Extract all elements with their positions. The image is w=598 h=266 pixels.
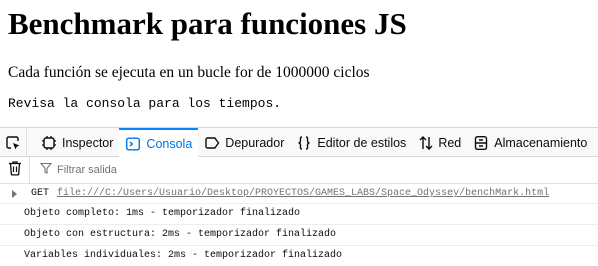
element-picker-icon	[5, 135, 21, 151]
filter-output-input[interactable]: Filtrar salida	[39, 161, 117, 179]
clear-console-button[interactable]	[0, 156, 30, 184]
console-message-text: Objeto con estructura: 2ms - temporizado…	[24, 229, 337, 240]
request-method: GET	[31, 188, 50, 199]
tab-style-editor-label: Editor de estilos	[317, 135, 407, 150]
web-page: Benchmark para funciones JS Cada función…	[0, 0, 598, 127]
console-message: Variables individuales: 2ms - temporizad…	[0, 246, 598, 266]
tab-storage-label: Almacenamiento	[494, 135, 588, 150]
devtools-toolbar: Inspector Consola Depurador Editor de es…	[0, 128, 598, 157]
page-hint: Revisa la consola para los tiempos.	[8, 96, 282, 111]
tab-debugger[interactable]: Depurador	[198, 128, 290, 157]
tab-debugger-label: Depurador	[225, 135, 285, 150]
style-editor-icon	[296, 135, 312, 151]
expand-caret-icon[interactable]	[12, 190, 17, 198]
filter-icon	[39, 161, 53, 179]
page-description: Cada función se ejecuta en un bucle for …	[8, 64, 370, 81]
tab-console-label: Consola	[146, 136, 193, 151]
console-message: Objeto completo: 1ms - temporizador fina…	[0, 204, 598, 225]
tab-style-editor[interactable]: Editor de estilos	[290, 128, 412, 157]
devtools-panel: Inspector Consola Depurador Editor de es…	[0, 127, 598, 266]
console-message-text: Objeto completo: 1ms - temporizador fina…	[24, 208, 301, 219]
storage-icon	[473, 135, 489, 151]
console-output: GET file:///C:/Users/Usuario/Desktop/PRO…	[0, 184, 598, 266]
debugger-icon	[204, 135, 220, 151]
page-title: Benchmark para funciones JS	[8, 6, 407, 41]
tab-storage[interactable]: Almacenamiento	[467, 128, 593, 157]
tab-console[interactable]: Consola	[119, 128, 199, 157]
tab-inspector-label: Inspector	[62, 135, 114, 150]
network-request-row[interactable]: GET file:///C:/Users/Usuario/Desktop/PRO…	[0, 184, 598, 204]
network-icon	[418, 135, 434, 151]
element-picker-button[interactable]	[0, 128, 27, 157]
tab-inspector[interactable]: Inspector	[35, 128, 119, 157]
console-message: Objeto con estructura: 2ms - temporizado…	[0, 225, 598, 246]
console-filter-bar: Filtrar salida	[0, 156, 598, 184]
request-url[interactable]: file:///C:/Users/Usuario/Desktop/PROYECT…	[57, 184, 549, 204]
filter-placeholder: Filtrar salida	[57, 164, 117, 176]
inspector-icon	[41, 135, 57, 151]
trash-icon	[8, 160, 22, 181]
tab-network-label: Red	[438, 135, 462, 150]
console-icon	[125, 136, 141, 152]
tab-network[interactable]: Red	[412, 128, 467, 157]
console-message-text: Variables individuales: 2ms - temporizad…	[24, 250, 343, 261]
